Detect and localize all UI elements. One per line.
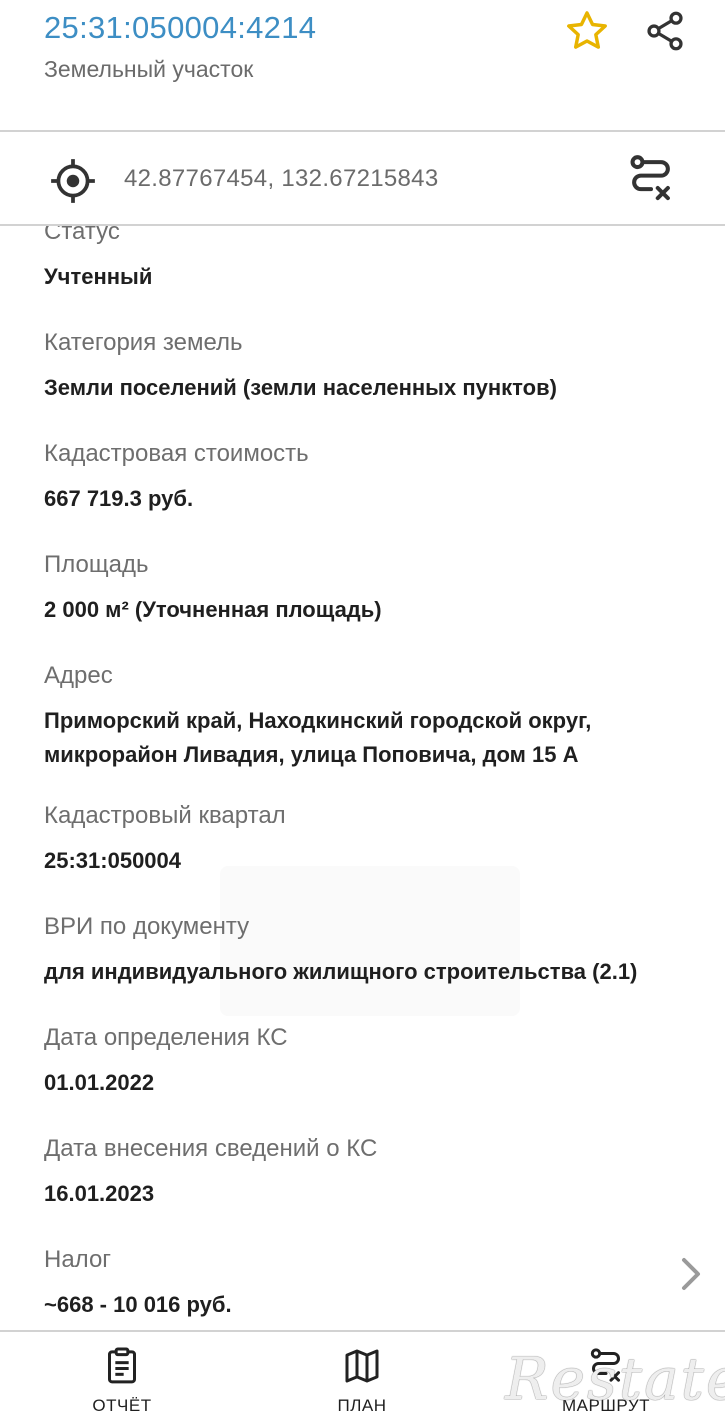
locate-button[interactable] bbox=[48, 156, 98, 206]
tax-details-chevron[interactable] bbox=[678, 1256, 704, 1292]
field-value: 16.01.2023 bbox=[44, 1181, 155, 1206]
field-value: ~668 - 10 016 руб. bbox=[44, 1292, 232, 1317]
cadastral-number[interactable]: 25:31:050004:4214 bbox=[44, 10, 316, 46]
field-value: Земли поселений (земли населенных пункто… bbox=[44, 375, 557, 400]
field-valuation-date: Дата определения КС 01.01.2022 bbox=[44, 1024, 288, 1100]
field-label: ВРИ по документу bbox=[44, 913, 250, 940]
field-address: Адрес Приморский край, Находкинский горо… bbox=[44, 662, 591, 772]
route-button[interactable] bbox=[624, 152, 678, 206]
field-value: 2 000 м² (Уточненная площадь) bbox=[44, 597, 382, 622]
nav-report-label: ОТЧЁТ bbox=[92, 1396, 152, 1415]
field-value: 01.01.2022 bbox=[44, 1070, 155, 1095]
map-icon bbox=[345, 1349, 379, 1383]
field-area: Площадь 2 000 м² (Уточненная площадь) bbox=[44, 551, 382, 627]
coordinates-bar: 42.87767454, 132.67215843 bbox=[0, 134, 725, 224]
field-label: Адрес bbox=[44, 662, 113, 689]
object-type: Земельный участок bbox=[44, 56, 254, 82]
coordinates-text[interactable]: 42.87767454, 132.67215843 bbox=[124, 165, 438, 193]
field-cadastral-value: Кадастровая стоимость 667 719.3 руб. bbox=[44, 440, 309, 516]
header-divider bbox=[0, 130, 725, 132]
field-label: Налог bbox=[44, 1246, 112, 1273]
chevron-right-icon bbox=[682, 1258, 700, 1290]
address-line-1: Приморский край, Находкинский городской … bbox=[44, 708, 592, 733]
field-label: Статус bbox=[44, 226, 120, 245]
share-icon bbox=[647, 11, 683, 51]
share-button[interactable] bbox=[640, 6, 690, 56]
field-value: Учтенный bbox=[44, 264, 153, 289]
object-details: Статус Учтенный Категория земель Земли п… bbox=[0, 226, 725, 1330]
field-label: Площадь bbox=[44, 551, 149, 578]
field-label: Кадастровая стоимость bbox=[44, 440, 309, 467]
field-entry-date: Дата внесения сведений о КС 16.01.2023 bbox=[44, 1135, 377, 1211]
field-value: 25:31:050004 bbox=[44, 848, 182, 873]
favorite-button[interactable] bbox=[562, 6, 612, 56]
field-land-category: Категория земель Земли поселений (земли … bbox=[44, 329, 557, 405]
field-label: Дата внесения сведений о КС bbox=[44, 1135, 378, 1162]
field-label: Категория земель bbox=[44, 329, 243, 356]
address-line-2: микрорайон Ливадия, улица Поповича, дом … bbox=[44, 742, 579, 767]
star-icon bbox=[567, 11, 607, 49]
clipboard-icon bbox=[108, 1347, 136, 1384]
field-label: Дата определения КС bbox=[44, 1024, 288, 1051]
nav-plan-label: ПЛАН bbox=[337, 1396, 387, 1415]
field-value: для индивидуального жилищного строительс… bbox=[44, 959, 638, 984]
nav-report[interactable]: ОТЧЁТ bbox=[62, 1346, 182, 1416]
object-header: 25:31:050004:4214 Земельный участок bbox=[0, 0, 725, 132]
field-value: 667 719.3 руб. bbox=[44, 486, 194, 511]
route-clear-icon bbox=[630, 155, 670, 201]
watermark-logo: Restate bbox=[505, 1345, 725, 1413]
field-label: Кадастровый квартал bbox=[44, 802, 286, 829]
field-value: Приморский край, Находкинский городской … bbox=[44, 704, 591, 772]
field-cadastral-quarter: Кадастровый квартал 25:31:050004 bbox=[44, 802, 286, 878]
location-target-icon bbox=[51, 159, 95, 203]
field-status: Статус Учтенный bbox=[44, 226, 152, 294]
field-permitted-use: ВРИ по документу для индивидуального жил… bbox=[44, 913, 637, 989]
field-tax[interactable]: Налог ~668 - 10 016 руб. bbox=[44, 1246, 232, 1322]
nav-plan[interactable]: ПЛАН bbox=[302, 1346, 422, 1416]
